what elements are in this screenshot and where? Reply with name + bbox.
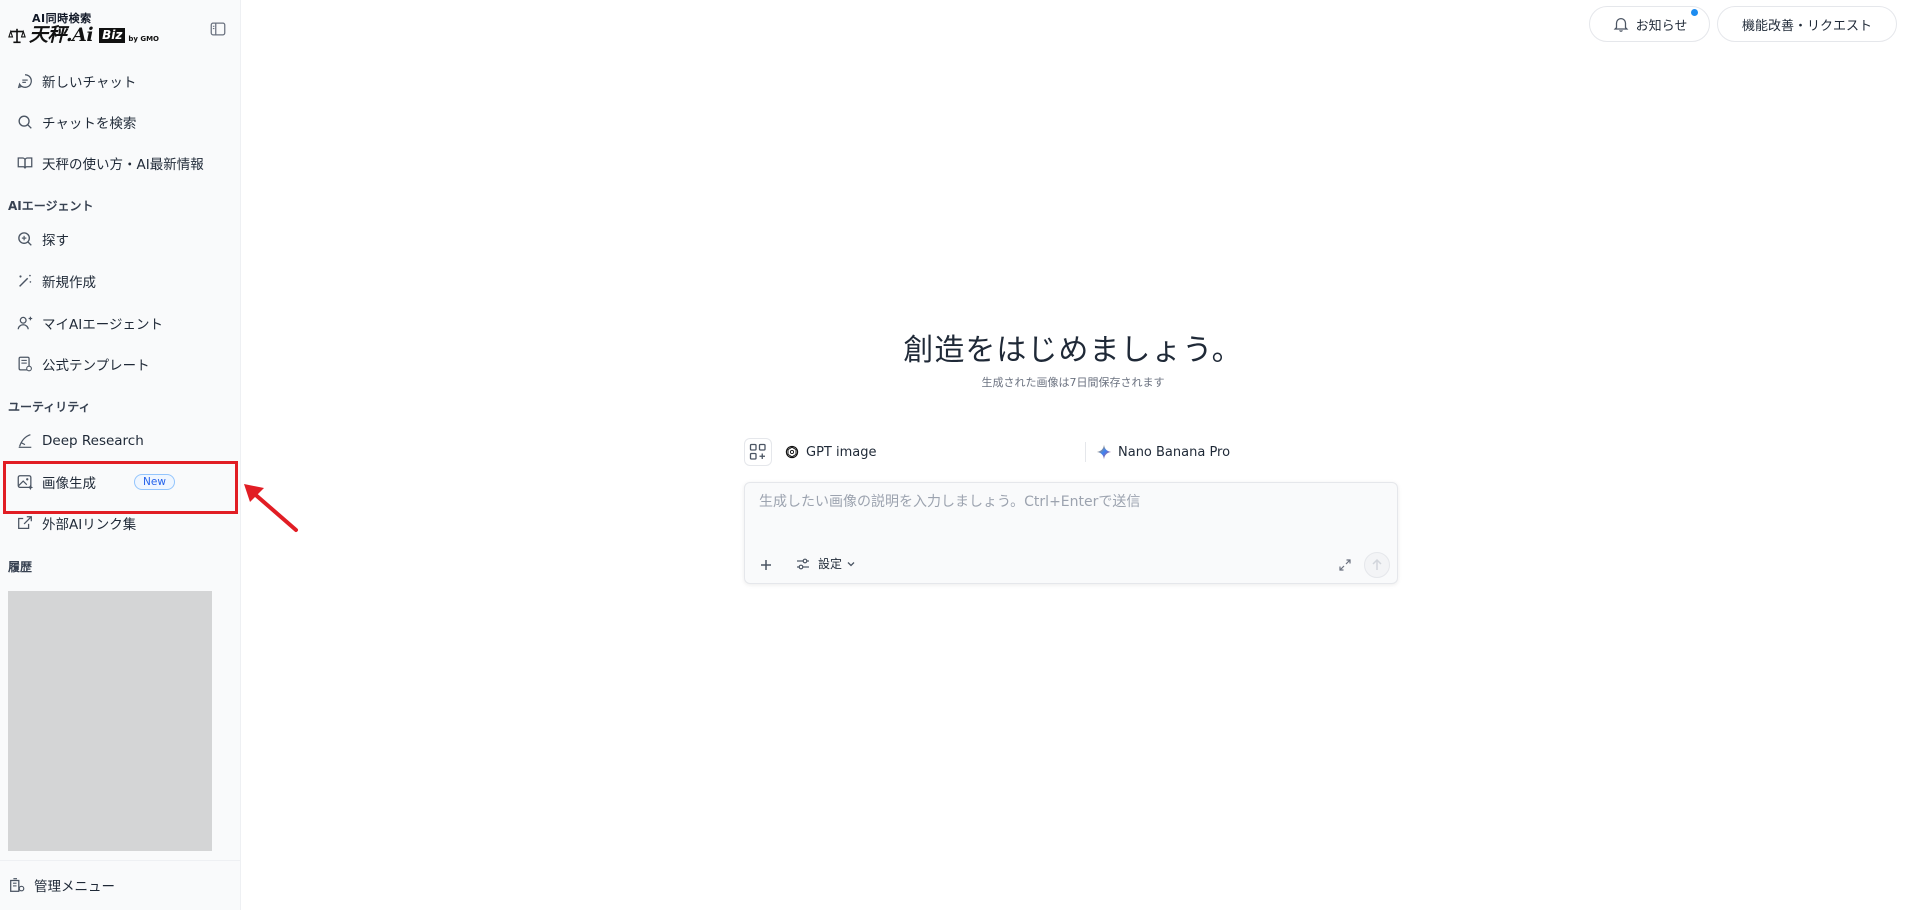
- logo-biz: Biz: [99, 28, 126, 43]
- bell-icon: [1613, 17, 1628, 32]
- chevron-down-icon: [847, 561, 855, 566]
- notice-dot: [1691, 9, 1698, 16]
- sidebar-item-guide[interactable]: 天秤の使い方・AI最新情報: [8, 146, 232, 180]
- highlight-box: [3, 461, 238, 514]
- openai-icon: [785, 445, 799, 459]
- grid-plus-icon: [749, 443, 766, 460]
- model-option-gpt-image[interactable]: GPT image: [784, 440, 876, 464]
- sidebar: AI同時検索 天秤.Ai Biz by GMO 新しいチャット チャットを検索 …: [0, 0, 241, 910]
- logo-gmo: by GMO: [128, 35, 160, 43]
- model-option-nano-banana-pro[interactable]: Nano Banana Pro: [1096, 440, 1230, 464]
- sliders-icon: [797, 558, 809, 569]
- prompt-composer: 設定: [744, 482, 1398, 584]
- model-label: GPT image: [806, 444, 877, 460]
- feature-request-button[interactable]: 機能改善・リクエスト: [1717, 6, 1897, 42]
- add-icon[interactable]: [757, 556, 775, 574]
- logo-main: 天秤.Ai Biz by GMO: [8, 25, 159, 45]
- history-list-redacted: [8, 591, 212, 851]
- logo[interactable]: AI同時検索 天秤.Ai Biz by GMO: [8, 8, 203, 52]
- sidebar-item-create[interactable]: 新規作成: [8, 264, 232, 298]
- sidebar-item-new-chat[interactable]: 新しいチャット: [8, 64, 232, 98]
- sidebar-item-label: 探す: [42, 233, 69, 249]
- admin-menu-label: 管理メニュー: [34, 879, 115, 895]
- admin-menu-button[interactable]: 管理メニュー: [8, 875, 115, 895]
- sidebar-item-deep-research[interactable]: Deep Research: [8, 424, 232, 458]
- red-arrow-icon: [244, 484, 298, 532]
- chat-bubble-icon: [17, 74, 32, 89]
- sidebar-item-label: 外部AIリンク集: [42, 517, 137, 533]
- arrow-up-icon: [1372, 558, 1382, 570]
- logo-brand: 天秤.Ai: [29, 24, 94, 46]
- external-link-icon: [18, 516, 32, 530]
- prompt-input[interactable]: [759, 491, 1379, 531]
- settings-label: 設定: [818, 557, 843, 571]
- sidebar-item-label: 天秤の使い方・AI最新情報: [42, 157, 204, 173]
- book-icon: [17, 157, 33, 169]
- zoom-plus-icon: [18, 232, 32, 246]
- magic-wand-icon: [19, 274, 32, 287]
- sidebar-item-explore[interactable]: 探す: [8, 222, 232, 256]
- search-icon: [18, 115, 32, 129]
- model-label: Nano Banana Pro: [1118, 444, 1231, 460]
- section-label-utility: ユーティリティ: [8, 400, 91, 414]
- research-icon: [18, 434, 32, 448]
- gemini-sparkle-icon: [1096, 444, 1112, 460]
- feature-request-label: 機能改善・リクエスト: [1741, 18, 1872, 34]
- sidebar-item-search-chat[interactable]: チャットを検索: [8, 105, 232, 139]
- app-root: AI同時検索 天秤.Ai Biz by GMO 新しいチャット チャットを検索 …: [0, 0, 1906, 910]
- model-divider: [1085, 442, 1086, 462]
- page-subtitle: 生成された画像は7日間保存されます: [981, 376, 1165, 389]
- send-button[interactable]: [1364, 552, 1390, 578]
- balance-scale-icon: [8, 28, 26, 44]
- sidebar-toggle-icon[interactable]: [209, 20, 227, 38]
- sidebar-item-label: 新規作成: [42, 275, 96, 291]
- sidebar-item-label: チャットを検索: [42, 116, 137, 132]
- admin-building-icon: [10, 878, 25, 892]
- notice-label: お知らせ: [1635, 18, 1688, 34]
- model-grid-button[interactable]: [744, 438, 772, 466]
- expand-icon[interactable]: [1337, 557, 1353, 573]
- sidebar-item-label: 新しいチャット: [42, 75, 137, 91]
- section-label-history: 履歴: [8, 560, 33, 574]
- model-selector: GPT image Nano Banana Pro: [744, 437, 1398, 467]
- notice-button[interactable]: お知らせ: [1589, 6, 1710, 42]
- sidebar-item-label: Deep Research: [42, 433, 144, 449]
- page-title: 創造をはじめましょう。: [903, 333, 1243, 368]
- settings-dropdown[interactable]: 設定: [795, 555, 857, 572]
- section-label-agents: AIエージェント: [8, 199, 94, 213]
